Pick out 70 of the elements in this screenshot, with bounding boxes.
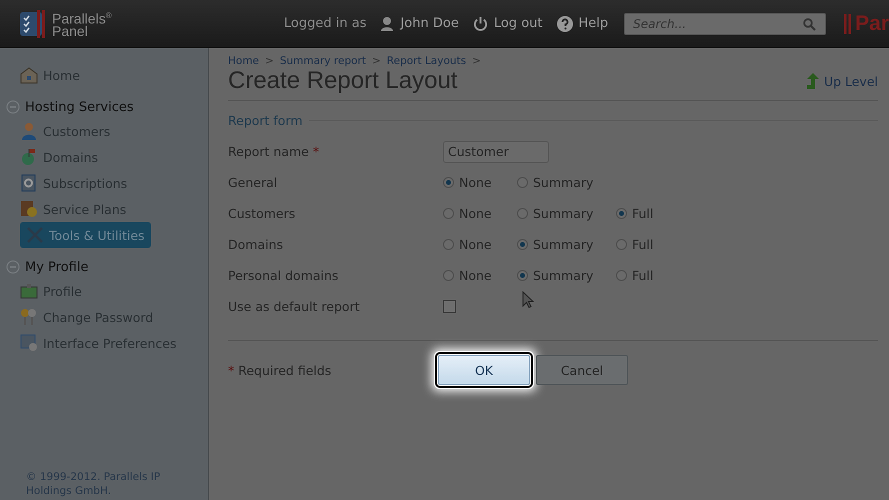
checkbox[interactable] <box>443 300 456 313</box>
breadcrumb-separator: > <box>472 55 481 67</box>
user-link[interactable]: John Doe <box>400 16 459 31</box>
breadcrumb-separator: > <box>372 55 381 67</box>
gear-icon <box>20 174 38 192</box>
section-heading: Hosting Services <box>25 100 134 114</box>
option-label: Full <box>632 237 654 252</box>
field-label: Domains <box>228 237 284 252</box>
option-label: Summary <box>533 237 594 252</box>
radio-button[interactable] <box>517 177 528 188</box>
option-label: Full <box>632 206 654 221</box>
nav-item[interactable]: Tools & Utilities <box>20 222 151 248</box>
brand-bars-icon <box>844 14 852 34</box>
search-icon <box>803 18 816 30</box>
radio-button[interactable] <box>517 270 528 281</box>
help-link[interactable]: Help <box>578 16 608 31</box>
breadcrumb-link[interactable]: Report Layouts <box>386 55 466 67</box>
radio-button[interactable] <box>517 239 528 250</box>
option-label: Summary <box>533 206 594 221</box>
brand-text: Par <box>855 12 889 36</box>
collapse-icon[interactable] <box>6 260 20 274</box>
required-mark: * <box>312 144 320 159</box>
logout-link[interactable]: Log out <box>494 16 542 31</box>
globe-icon <box>20 148 38 166</box>
up-arrow-icon <box>806 73 820 89</box>
radio-button[interactable] <box>443 270 454 281</box>
option-label: Summary <box>533 268 594 283</box>
power-icon <box>472 16 488 31</box>
required-note: * Required fields <box>228 362 332 378</box>
search-field[interactable]: Search... <box>624 12 826 34</box>
page-title: Create Report Layout <box>228 67 458 95</box>
field-label: Use as default report <box>228 299 360 314</box>
option-label: Full <box>632 268 654 283</box>
keys-icon <box>20 308 38 326</box>
radio-button[interactable] <box>616 270 627 281</box>
option-label: Summary <box>533 175 594 190</box>
section-heading: My Profile <box>25 260 88 274</box>
coin-icon <box>20 200 38 218</box>
radio-button[interactable] <box>616 239 627 250</box>
radio-button[interactable] <box>616 208 627 219</box>
option-label: None <box>459 237 492 252</box>
field-label: Personal domains <box>228 268 338 283</box>
help-icon <box>556 16 572 32</box>
field-label: Customers <box>228 206 296 221</box>
up-level-link[interactable]: Up Level <box>806 73 878 89</box>
mouse-cursor-icon <box>522 291 534 309</box>
person-icon <box>20 122 38 140</box>
radio-button[interactable] <box>443 239 454 250</box>
radio-button[interactable] <box>517 208 528 219</box>
option-label: None <box>459 175 492 190</box>
breadcrumb-link[interactable]: Home <box>228 55 260 67</box>
option-label: None <box>459 268 492 283</box>
field-label: Report name <box>228 144 309 159</box>
logo-text: Panel <box>52 25 88 38</box>
logo-text: Parallels$^{®}$ <box>52 9 112 26</box>
radio-button[interactable] <box>443 177 454 188</box>
id-card-icon <box>20 282 38 300</box>
logged-in-label: Logged in as <box>284 16 366 31</box>
breadcrumb-link[interactable]: Summary report <box>280 55 366 67</box>
user-icon <box>380 16 394 31</box>
cancel-button[interactable]: Cancel <box>536 355 628 385</box>
window-icon <box>20 334 38 352</box>
house-icon <box>20 66 38 84</box>
breadcrumb-separator: > <box>265 55 274 67</box>
option-label: None <box>459 206 492 221</box>
collapse-icon[interactable] <box>6 100 20 114</box>
radio-button[interactable] <box>443 208 454 219</box>
report-name-field[interactable]: Customer <box>443 140 549 162</box>
fieldset-legend: Report form <box>228 113 303 128</box>
field-label: General <box>228 175 278 190</box>
